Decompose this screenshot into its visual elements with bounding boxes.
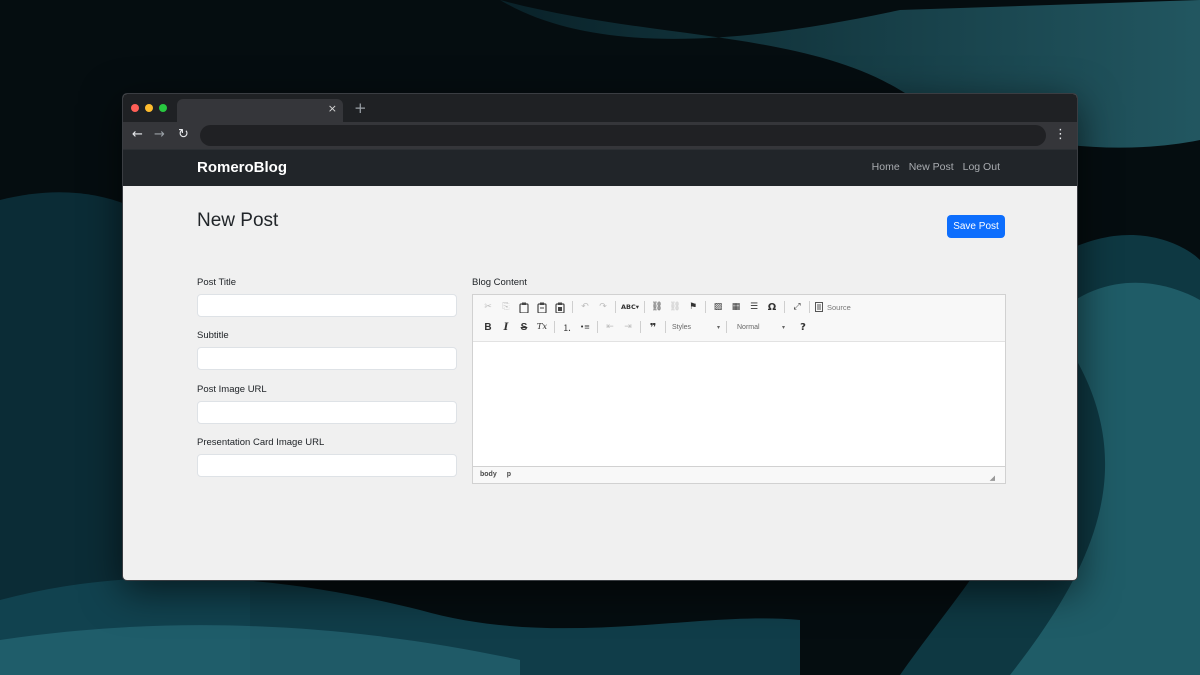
card-image-url-input[interactable] bbox=[197, 454, 457, 477]
address-bar[interactable] bbox=[200, 125, 1046, 146]
toolbar-separator bbox=[615, 301, 616, 313]
path-element-body[interactable]: body bbox=[480, 471, 497, 478]
subtitle-input[interactable] bbox=[197, 347, 457, 370]
browser-window: × + ← → ↻ ⋮ RomeroBlog Home New Post Log… bbox=[122, 93, 1078, 581]
back-arrow-icon[interactable]: ← bbox=[132, 126, 143, 144]
maximize-window-button[interactable] bbox=[159, 104, 167, 112]
nav-link-new-post[interactable]: New Post bbox=[909, 161, 954, 173]
help-icon[interactable]: ? bbox=[794, 319, 812, 335]
cut-icon[interactable]: ✂ bbox=[479, 299, 497, 315]
subtitle-label: Subtitle bbox=[197, 330, 229, 341]
source-icon[interactable] bbox=[813, 299, 825, 315]
toolbar-separator bbox=[644, 301, 645, 313]
copy-icon[interactable]: ⎘ bbox=[497, 299, 515, 315]
browser-toolbar: ← → ↻ ⋮ bbox=[123, 122, 1077, 149]
blockquote-icon[interactable]: ❞ bbox=[644, 319, 662, 335]
browser-menu-icon[interactable]: ⋮ bbox=[1054, 126, 1067, 144]
editor-toolbar-row-1: ✂ ⎘ ↶ ↷ ABC▾ ⛓ ⛓ ⚑ ▨ ▦ ☰ Ω ⤢ Source bbox=[479, 299, 851, 315]
resize-handle-icon[interactable]: ◢ bbox=[990, 474, 995, 482]
page-content: New Post Save Post Post Title Subtitle P… bbox=[123, 186, 1077, 580]
close-tab-icon[interactable]: × bbox=[328, 102, 337, 115]
minimize-window-button[interactable] bbox=[145, 104, 153, 112]
italic-icon[interactable]: I bbox=[497, 319, 515, 335]
rich-text-editor: ✂ ⎘ ↶ ↷ ABC▾ ⛓ ⛓ ⚑ ▨ ▦ ☰ Ω ⤢ Source B I … bbox=[472, 294, 1006, 484]
post-image-url-label: Post Image URL bbox=[197, 384, 267, 395]
redo-icon[interactable]: ↷ bbox=[594, 299, 612, 315]
site-navbar: RomeroBlog Home New Post Log Out bbox=[123, 149, 1077, 186]
toolbar-separator bbox=[726, 321, 727, 333]
toolbar-separator bbox=[705, 301, 706, 313]
strike-icon[interactable]: S bbox=[515, 319, 533, 335]
chevron-down-icon: ▾ bbox=[781, 324, 785, 331]
bulleted-list-icon[interactable]: •≡ bbox=[576, 319, 594, 335]
styles-dropdown[interactable]: Styles ▾ bbox=[669, 320, 723, 334]
site-brand[interactable]: RomeroBlog bbox=[197, 159, 287, 176]
toolbar-separator bbox=[809, 301, 810, 313]
blog-content-label: Blog Content bbox=[472, 277, 527, 288]
toolbar-separator bbox=[597, 321, 598, 333]
editor-path-bar: body p ◢ bbox=[473, 466, 1005, 483]
tab-strip: × + bbox=[123, 94, 1077, 122]
toolbar-separator bbox=[554, 321, 555, 333]
new-tab-icon[interactable]: + bbox=[354, 99, 367, 117]
toolbar-separator bbox=[665, 321, 666, 333]
format-dropdown[interactable]: Normal ▾ bbox=[734, 320, 788, 334]
image-icon[interactable]: ▨ bbox=[709, 299, 727, 315]
toolbar-separator bbox=[572, 301, 573, 313]
post-title-label: Post Title bbox=[197, 277, 237, 288]
toolbar-separator bbox=[640, 321, 641, 333]
card-image-url-label: Presentation Card Image URL bbox=[197, 437, 325, 448]
horizontal-line-icon[interactable]: ☰ bbox=[745, 299, 763, 315]
path-element-p[interactable]: p bbox=[507, 471, 511, 478]
unlink-icon[interactable]: ⛓ bbox=[666, 299, 684, 315]
editor-toolbar: ✂ ⎘ ↶ ↷ ABC▾ ⛓ ⛓ ⚑ ▨ ▦ ☰ Ω ⤢ Source B I … bbox=[473, 295, 1005, 341]
post-image-url-input[interactable] bbox=[197, 401, 457, 424]
bold-icon[interactable]: B bbox=[479, 319, 497, 335]
indent-icon[interactable]: ⇥ bbox=[619, 319, 637, 335]
anchor-icon[interactable]: ⚑ bbox=[684, 299, 702, 315]
editor-content-area[interactable] bbox=[473, 341, 1005, 466]
toolbar-separator bbox=[784, 301, 785, 313]
nav-links: Home New Post Log Out bbox=[872, 161, 1000, 173]
forward-arrow-icon[interactable]: → bbox=[154, 126, 165, 144]
editor-toolbar-row-2: B I S Tx ⒈ •≡ ⇤ ⇥ ❞ Styles ▾ Normal ▾ ? bbox=[479, 319, 812, 335]
paste-word-icon[interactable] bbox=[551, 299, 569, 315]
remove-format-icon[interactable]: Tx bbox=[533, 319, 551, 335]
maximize-icon[interactable]: ⤢ bbox=[788, 299, 806, 315]
source-button-label[interactable]: Source bbox=[827, 303, 851, 312]
chevron-down-icon: ▾ bbox=[716, 324, 720, 331]
nav-link-log-out[interactable]: Log Out bbox=[963, 161, 1000, 173]
save-post-button[interactable]: Save Post bbox=[947, 215, 1005, 238]
format-dropdown-label: Normal bbox=[737, 323, 760, 331]
nav-link-home[interactable]: Home bbox=[872, 161, 900, 173]
post-title-input[interactable] bbox=[197, 294, 457, 317]
link-icon[interactable]: ⛓ bbox=[648, 299, 666, 315]
special-char-icon[interactable]: Ω bbox=[763, 299, 781, 315]
numbered-list-icon[interactable]: ⒈ bbox=[558, 319, 576, 335]
outdent-icon[interactable]: ⇤ bbox=[601, 319, 619, 335]
reload-icon[interactable]: ↻ bbox=[178, 126, 189, 144]
close-window-button[interactable] bbox=[131, 104, 139, 112]
styles-dropdown-label: Styles bbox=[672, 323, 692, 331]
paste-text-icon[interactable] bbox=[533, 299, 551, 315]
page-title: New Post bbox=[197, 210, 279, 231]
undo-icon[interactable]: ↶ bbox=[576, 299, 594, 315]
paste-icon[interactable] bbox=[515, 299, 533, 315]
spellcheck-icon[interactable]: ABC▾ bbox=[619, 299, 641, 315]
table-icon[interactable]: ▦ bbox=[727, 299, 745, 315]
browser-tab[interactable]: × bbox=[177, 99, 343, 122]
